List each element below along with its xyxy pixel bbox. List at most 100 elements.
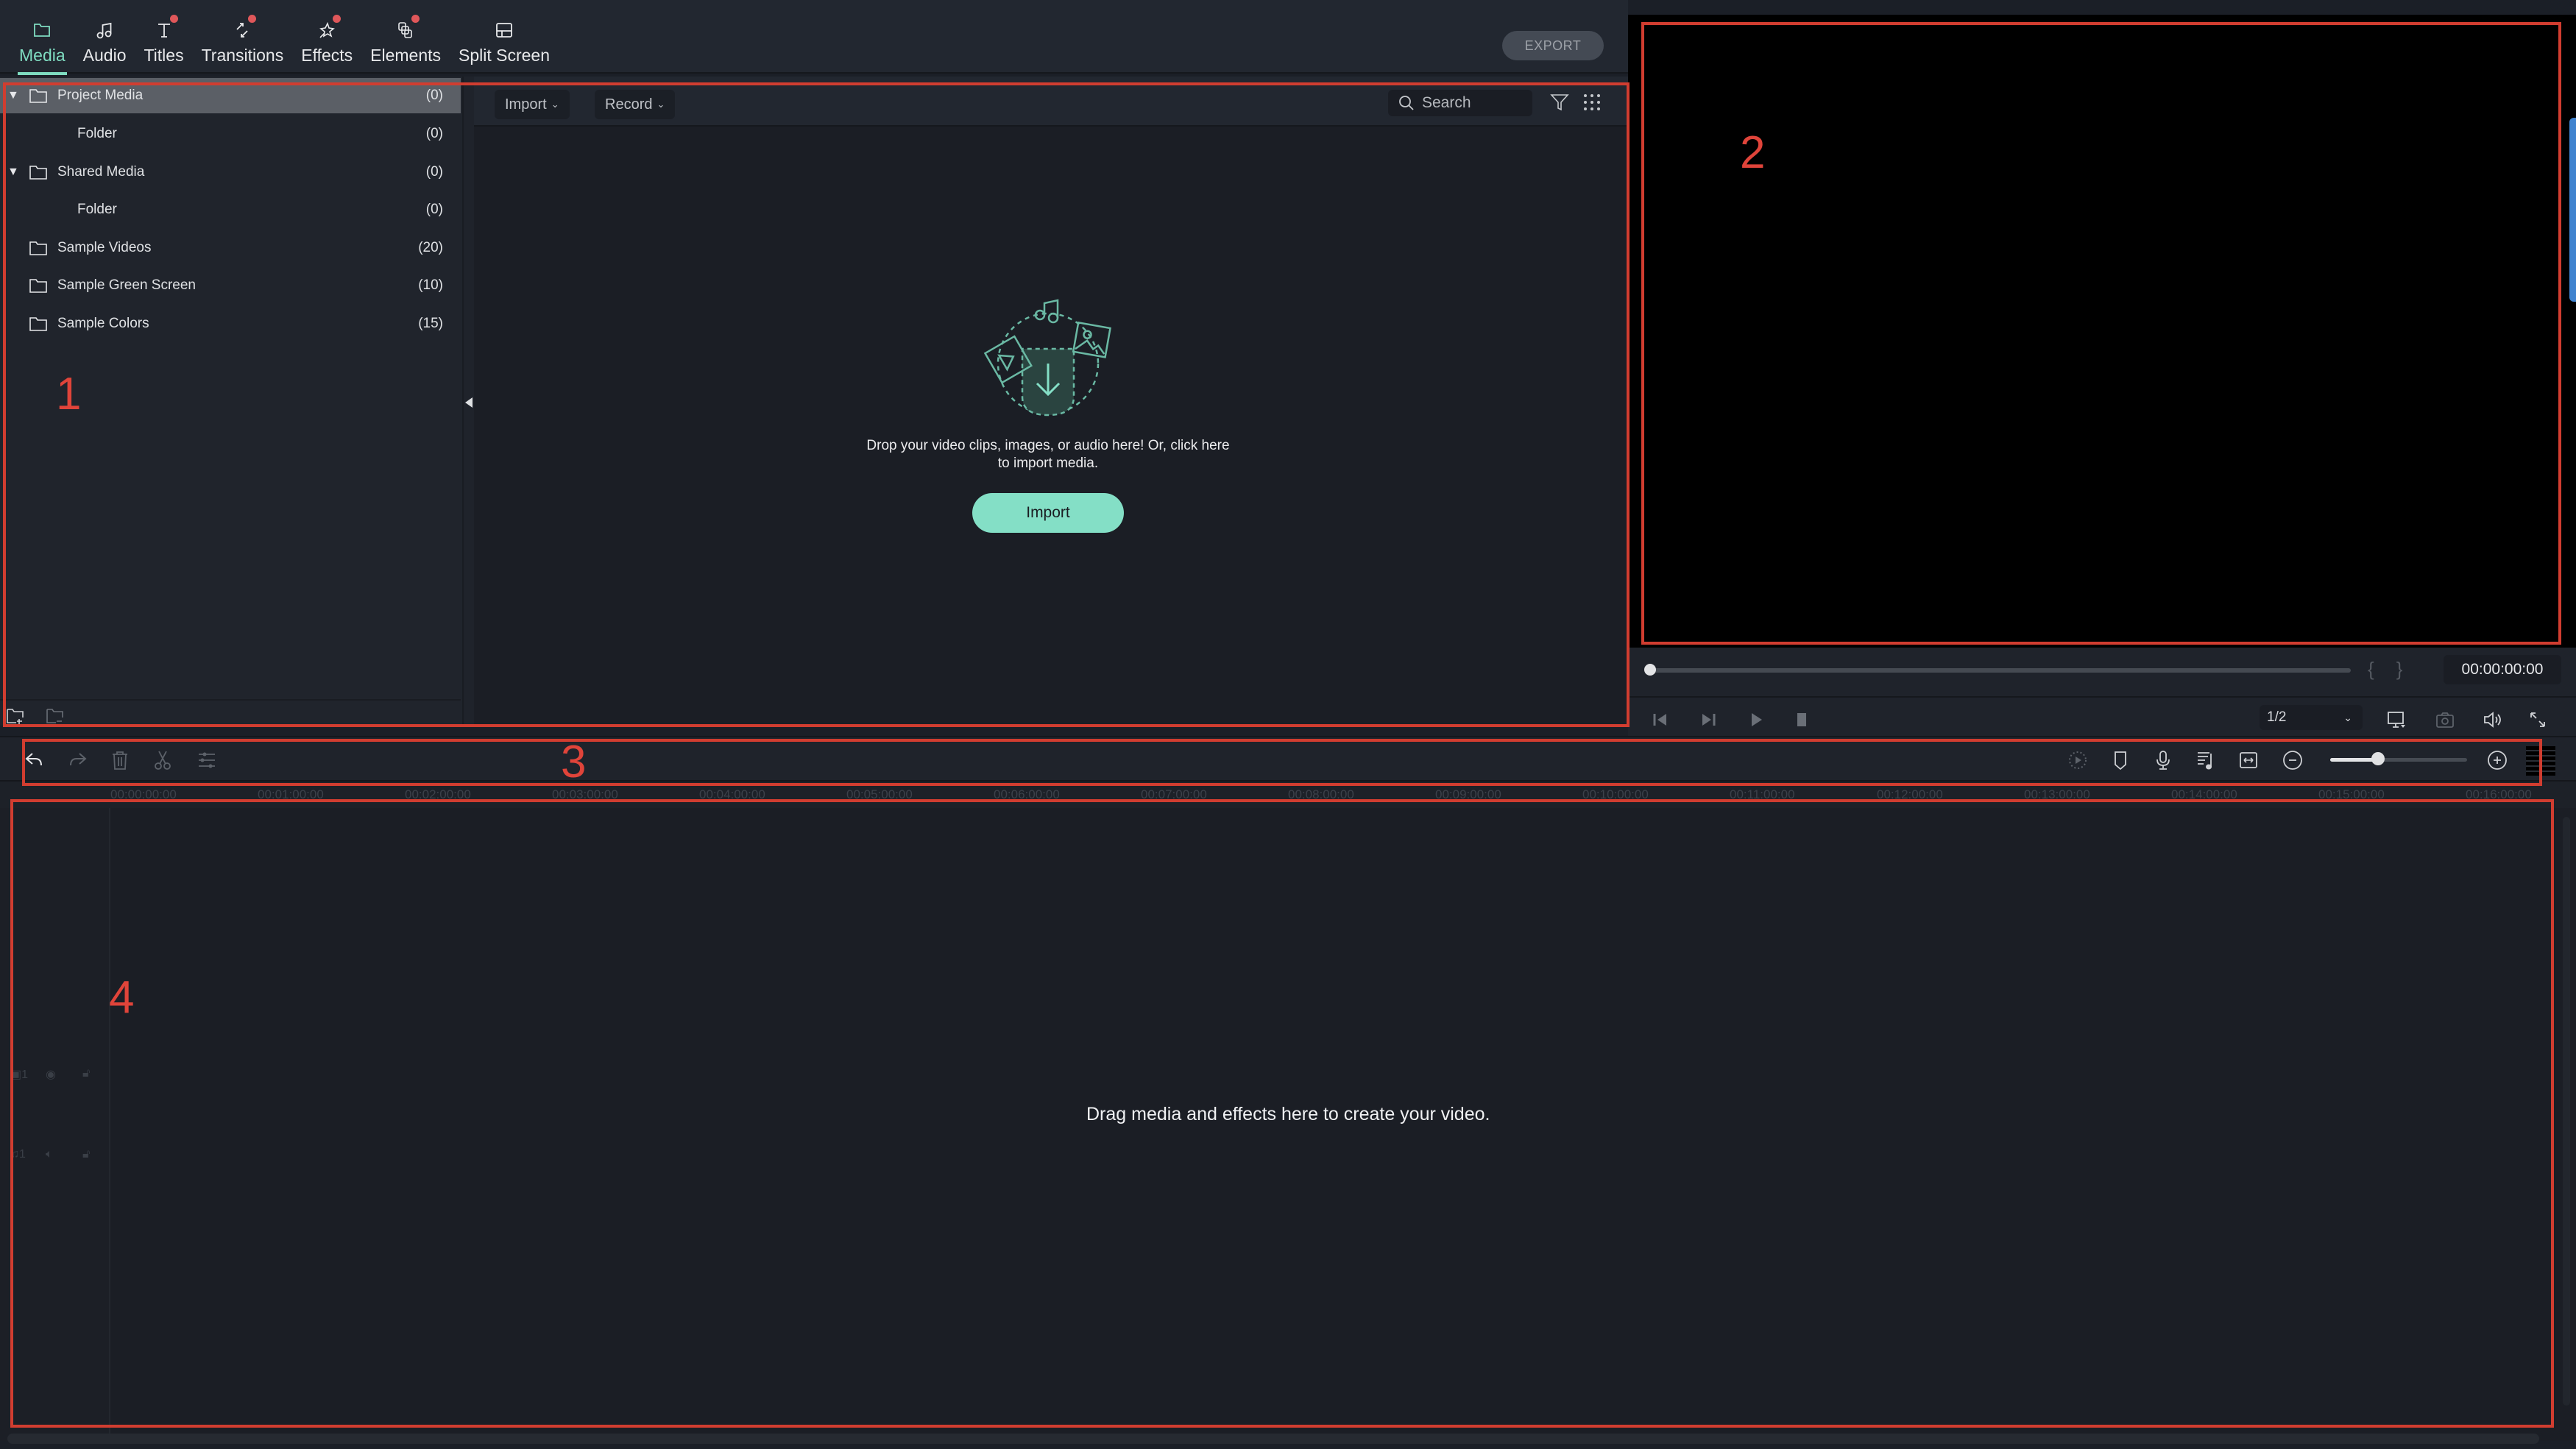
stop-icon[interactable]: [1791, 709, 1812, 730]
tab-transitions[interactable]: Transitions: [193, 15, 293, 74]
lock-icon[interactable]: 🔓︎: [82, 1148, 90, 1161]
folder-icon: [29, 279, 47, 293]
import-dropdown[interactable]: Import ⌄: [495, 90, 570, 119]
library-item-name: Sample Videos: [57, 240, 152, 255]
adjust-settings-icon[interactable]: [196, 749, 218, 771]
undo-icon[interactable]: [24, 749, 46, 771]
tab-label: Effects: [301, 46, 353, 65]
timecode-display: 00:00:00:00: [2444, 655, 2561, 684]
resolution-value: 1/2: [2267, 709, 2287, 725]
ruler-tick-label: 00:11:00:00: [1730, 787, 1795, 801]
previous-frame-icon[interactable]: [1650, 709, 1671, 730]
volume-icon[interactable]: [2482, 709, 2502, 730]
new-badge: [333, 15, 342, 23]
drop-zone-instructions: Drop your video clips, images, or audio …: [866, 438, 1230, 471]
tab-effects[interactable]: Effects: [292, 15, 361, 74]
import-media-illustration: [983, 299, 1111, 417]
export-button[interactable]: EXPORT: [1502, 31, 1604, 60]
zoom-out-icon[interactable]: [2282, 749, 2304, 771]
speaker-mute-icon[interactable]: 🔈︎: [46, 1148, 53, 1161]
library-footer: [0, 699, 461, 726]
library-item-sample-videos[interactable]: Sample Videos (20): [0, 230, 461, 266]
preview-side-handle[interactable]: [2569, 118, 2576, 302]
annotation-label-3: 3: [561, 737, 587, 787]
timeline-tracks[interactable]: ▣1 ◉ 🔓︎ ♫1 🔈︎ 🔓︎ Drag media and effects …: [0, 808, 2576, 1441]
vertical-scrollbar[interactable]: [2563, 817, 2570, 1406]
timeline-zoom-slider[interactable]: [2330, 758, 2467, 762]
chevron-down-icon: ⌄: [551, 99, 559, 110]
new-folder-icon[interactable]: [6, 708, 25, 724]
timeline-ruler[interactable]: 00:00:00:00 00:01:00:00 00:02:00:00 00:03:0…: [0, 782, 2576, 808]
elements-icon: [393, 15, 420, 43]
lock-icon[interactable]: 🔓︎: [82, 1067, 90, 1080]
library-item-shared-media[interactable]: ▼ Shared Media (0): [0, 155, 461, 190]
microphone-icon[interactable]: [2152, 749, 2174, 771]
import-button[interactable]: Import: [972, 493, 1124, 533]
expand-arrow-icon[interactable]: ▼: [7, 89, 19, 102]
audio-track-number: 1: [19, 1148, 26, 1161]
library-item-sample-colors[interactable]: Sample Colors (15): [0, 306, 461, 341]
audio-mixer-icon[interactable]: [2195, 749, 2217, 771]
snapshot-camera-icon[interactable]: [2435, 709, 2455, 730]
next-frame-icon[interactable]: [1698, 709, 1719, 730]
fullscreen-icon[interactable]: [2527, 709, 2548, 730]
collapse-panel-icon[interactable]: [465, 397, 473, 408]
redo-icon[interactable]: [66, 749, 88, 771]
annotation-label-1: 1: [56, 369, 82, 419]
text-icon: [152, 15, 178, 43]
playback-scrubber[interactable]: [1650, 668, 2351, 673]
mark-in-out[interactable]: {}: [2368, 658, 2424, 681]
record-dropdown[interactable]: Record ⌄: [595, 90, 676, 119]
horizontal-scrollbar[interactable]: [7, 1434, 2539, 1444]
mark-out-button[interactable]: }: [2396, 658, 2425, 680]
folder-icon: [29, 89, 47, 103]
library-item-folder[interactable]: Folder (0): [0, 192, 461, 227]
library-item-count: (0): [425, 126, 443, 141]
search-placeholder: Search: [1422, 94, 1471, 111]
search-input[interactable]: Search: [1388, 90, 1532, 116]
zoom-in-icon[interactable]: [2486, 749, 2508, 771]
folder-icon: [29, 166, 47, 180]
media-toolbar: Import ⌄ Record ⌄ Search: [474, 77, 1628, 127]
marker-icon[interactable]: [2109, 749, 2131, 771]
video-track-icon: ▣1: [10, 1069, 29, 1081]
ruler-tick-label: 00:02:00:00: [405, 787, 471, 801]
filter-icon[interactable]: [1549, 91, 1571, 113]
ruler-tick-label: 00:00:00:00: [110, 787, 177, 801]
ruler-tick-label: 00:15:00:00: [2318, 787, 2385, 801]
mark-in-button[interactable]: {: [2368, 658, 2396, 680]
library-item-name: Sample Green Screen: [57, 277, 196, 293]
library-item-sample-green-screen[interactable]: Sample Green Screen (10): [0, 268, 461, 303]
delete-folder-icon[interactable]: [46, 708, 65, 724]
tab-split-screen[interactable]: Split Screen: [450, 18, 559, 74]
zoom-slider-knob[interactable]: [2371, 752, 2385, 765]
ruler-tick-label: 00:14:00:00: [2171, 787, 2237, 801]
resolution-select[interactable]: 1/2 ⌄: [2260, 705, 2363, 730]
render-preview-icon[interactable]: [2067, 749, 2089, 771]
library-item-count: (20): [418, 240, 443, 255]
display-settings-icon[interactable]: [2386, 709, 2407, 730]
grid-view-icon[interactable]: [1581, 91, 1603, 113]
ruler-tick-label: 00:01:00:00: [258, 787, 324, 801]
library-item-name: Folder: [77, 202, 117, 217]
tab-titles[interactable]: Titles: [135, 15, 192, 74]
tab-media[interactable]: Media: [10, 18, 74, 75]
ruler-tick-label: 00:05:00:00: [846, 787, 913, 801]
expand-arrow-icon[interactable]: ▼: [7, 166, 19, 179]
music-note-icon: [92, 18, 117, 43]
library-item-project-media[interactable]: ▼ Project Media (0): [0, 78, 461, 113]
play-icon[interactable]: [1746, 709, 1766, 730]
media-drop-zone[interactable]: Drop your video clips, images, or audio …: [857, 297, 1239, 548]
eye-visibility-icon[interactable]: ◉: [46, 1067, 56, 1082]
delete-icon[interactable]: [109, 749, 131, 771]
cut-scissors-icon[interactable]: [152, 749, 174, 771]
tab-audio[interactable]: Audio: [74, 18, 135, 74]
fit-timeline-icon[interactable]: [2237, 749, 2260, 771]
audio-track-icon: ♫1: [10, 1148, 26, 1161]
library-item-folder[interactable]: Folder (0): [0, 116, 461, 152]
folder-icon: [29, 317, 47, 331]
ruler-tick-label: 00:04:00:00: [699, 787, 765, 801]
tab-label: Elements: [370, 46, 441, 65]
playhead-knob[interactable]: [1644, 664, 1656, 676]
tab-elements[interactable]: Elements: [361, 15, 450, 74]
